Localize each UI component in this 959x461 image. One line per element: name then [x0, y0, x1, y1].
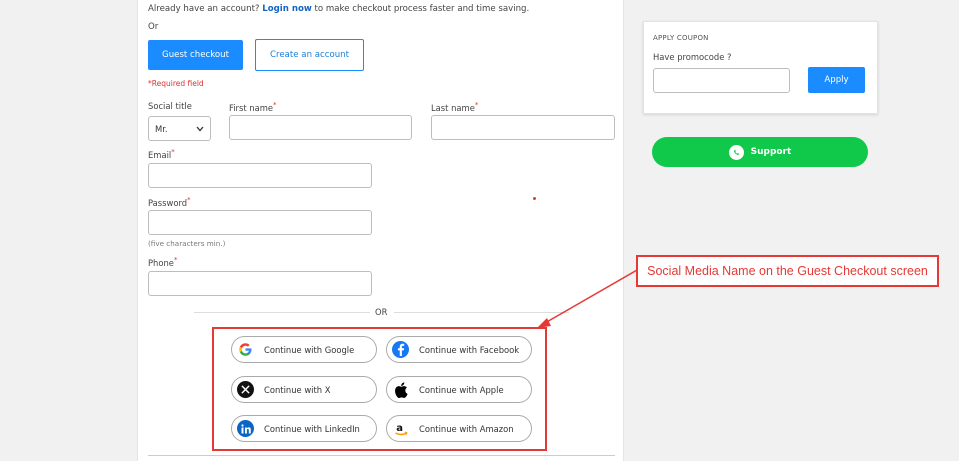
- email-input[interactable]: [148, 163, 372, 188]
- first-name-label-text: First name: [229, 102, 274, 113]
- divider-or-text: OR: [375, 307, 388, 317]
- annotation-dot: [533, 197, 536, 200]
- required-field-note: *Required field: [148, 79, 204, 88]
- email-label-text: Email: [148, 149, 172, 160]
- apply-coupon-button[interactable]: Apply: [808, 67, 865, 93]
- whatsapp-icon: [728, 144, 744, 160]
- password-label-text: Password: [148, 197, 188, 208]
- login-prompt-suffix: to make checkout process faster and time…: [314, 4, 530, 14]
- required-mark: *: [474, 101, 479, 109]
- required-mark: *: [171, 148, 175, 156]
- chevron-down-icon: [196, 126, 204, 131]
- required-mark: *: [187, 196, 191, 204]
- login-now-link[interactable]: Login now: [262, 4, 312, 14]
- first-name-input[interactable]: [229, 115, 412, 140]
- support-label: Support: [750, 147, 792, 157]
- create-account-button[interactable]: Create an account: [255, 39, 364, 71]
- social-title-label: Social title: [148, 101, 192, 111]
- page: Already have an account? Login now to ma…: [0, 0, 959, 461]
- divider-right: [394, 312, 569, 313]
- phone-label: Phone*: [148, 256, 177, 268]
- promocode-question: Have promocode ?: [653, 52, 732, 62]
- coupon-title: APPLY COUPON: [653, 34, 709, 42]
- password-hint: (five characters min.): [148, 239, 226, 248]
- required-mark: *: [273, 101, 277, 109]
- first-name-label: First name*: [229, 101, 277, 113]
- last-name-input[interactable]: [431, 115, 615, 140]
- password-input[interactable]: [148, 210, 372, 235]
- annotation-highlight-box: [212, 327, 547, 451]
- coupon-card: APPLY COUPON Have promocode ? Apply: [643, 21, 878, 114]
- password-label: Password*: [148, 196, 191, 208]
- section-divider: [148, 455, 615, 456]
- social-title-select[interactable]: Mr.: [148, 116, 211, 141]
- login-prompt: Already have an account? Login now to ma…: [148, 4, 529, 14]
- divider-left: [194, 312, 370, 313]
- annotation-callout: Social Media Name on the Guest Checkout …: [636, 255, 939, 287]
- social-title-value: Mr.: [155, 123, 168, 134]
- phone-input[interactable]: [148, 271, 372, 296]
- last-name-label-text: Last name: [431, 102, 475, 113]
- or-text: Or: [148, 22, 159, 32]
- login-prompt-prefix: Already have an account?: [148, 4, 260, 14]
- promocode-input[interactable]: [653, 68, 790, 93]
- last-name-label: Last name*: [431, 101, 478, 113]
- email-label: Email*: [148, 148, 175, 160]
- guest-checkout-button[interactable]: Guest checkout: [148, 40, 243, 70]
- phone-label-text: Phone: [148, 257, 174, 268]
- support-button[interactable]: Support: [652, 137, 868, 167]
- required-mark: *: [173, 256, 178, 264]
